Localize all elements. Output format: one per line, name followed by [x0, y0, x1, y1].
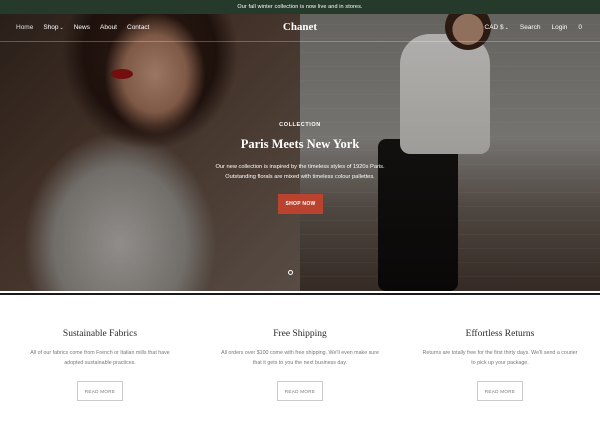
search-link[interactable]: Search	[520, 24, 541, 31]
feature-title: Sustainable Fabrics	[62, 329, 138, 339]
cart-count[interactable]: 0	[578, 24, 582, 31]
hero-title: Paris Meets New York	[240, 137, 360, 151]
hero-eyebrow: COLLECTION	[279, 122, 321, 128]
nav-links: Home Shop⌄ News About Contact	[16, 14, 149, 41]
nav-shop-label: Shop	[43, 24, 59, 31]
feature-title: Effortless Returns	[465, 329, 535, 339]
feature-sustainable-fabrics: Sustainable Fabrics All of our fabrics c…	[0, 296, 200, 423]
nav-news[interactable]: News	[74, 24, 90, 31]
nav-about[interactable]: About	[100, 24, 117, 31]
read-more-button[interactable]: READ MORE	[477, 381, 523, 401]
hero-copy-line-2: Outstanding florals are mixed with timel…	[225, 173, 375, 180]
announcement-bar: Our fall winter collection is now live a…	[0, 0, 600, 14]
slide-indicator-dot[interactable]	[288, 270, 293, 275]
read-more-button[interactable]: READ MORE	[77, 381, 123, 401]
nav-contact[interactable]: Contact	[127, 24, 149, 31]
feature-effortless-returns: Effortless Returns Returns are totally f…	[400, 296, 600, 423]
shop-now-button[interactable]: SHOP NOW	[278, 194, 323, 214]
announcement-text: Our fall winter collection is now live a…	[237, 4, 363, 10]
feature-description: Returns are totally free for the first t…	[422, 350, 578, 366]
hero-description: Our new collection is inspired by the ti…	[200, 163, 400, 182]
hero-content: COLLECTION Paris Meets New York Our new …	[200, 14, 400, 291]
chevron-down-icon: ⌄	[504, 25, 509, 31]
login-link[interactable]: Login	[551, 24, 567, 31]
nav-home[interactable]: Home	[16, 24, 33, 31]
feature-description: All orders over $100 come with free ship…	[221, 350, 379, 366]
nav-utilities: CAD $⌄ Search Login 0	[485, 14, 583, 41]
section-divider	[0, 293, 600, 295]
hero-copy-line-1: Our new collection is inspired by the ti…	[215, 164, 385, 170]
nav-shop[interactable]: Shop⌄	[43, 24, 63, 31]
currency-label: CAD $	[484, 24, 504, 31]
currency-selector[interactable]: CAD $⌄	[485, 24, 509, 31]
feature-title: Free Shipping	[273, 329, 327, 339]
read-more-button[interactable]: READ MORE	[277, 381, 323, 401]
feature-description: All of our fabrics come from French or I…	[30, 350, 170, 366]
features-section: Sustainable Fabrics All of our fabrics c…	[0, 296, 600, 423]
feature-free-shipping: Free Shipping All orders over $100 come …	[200, 296, 400, 423]
chevron-down-icon: ⌄	[59, 25, 64, 31]
